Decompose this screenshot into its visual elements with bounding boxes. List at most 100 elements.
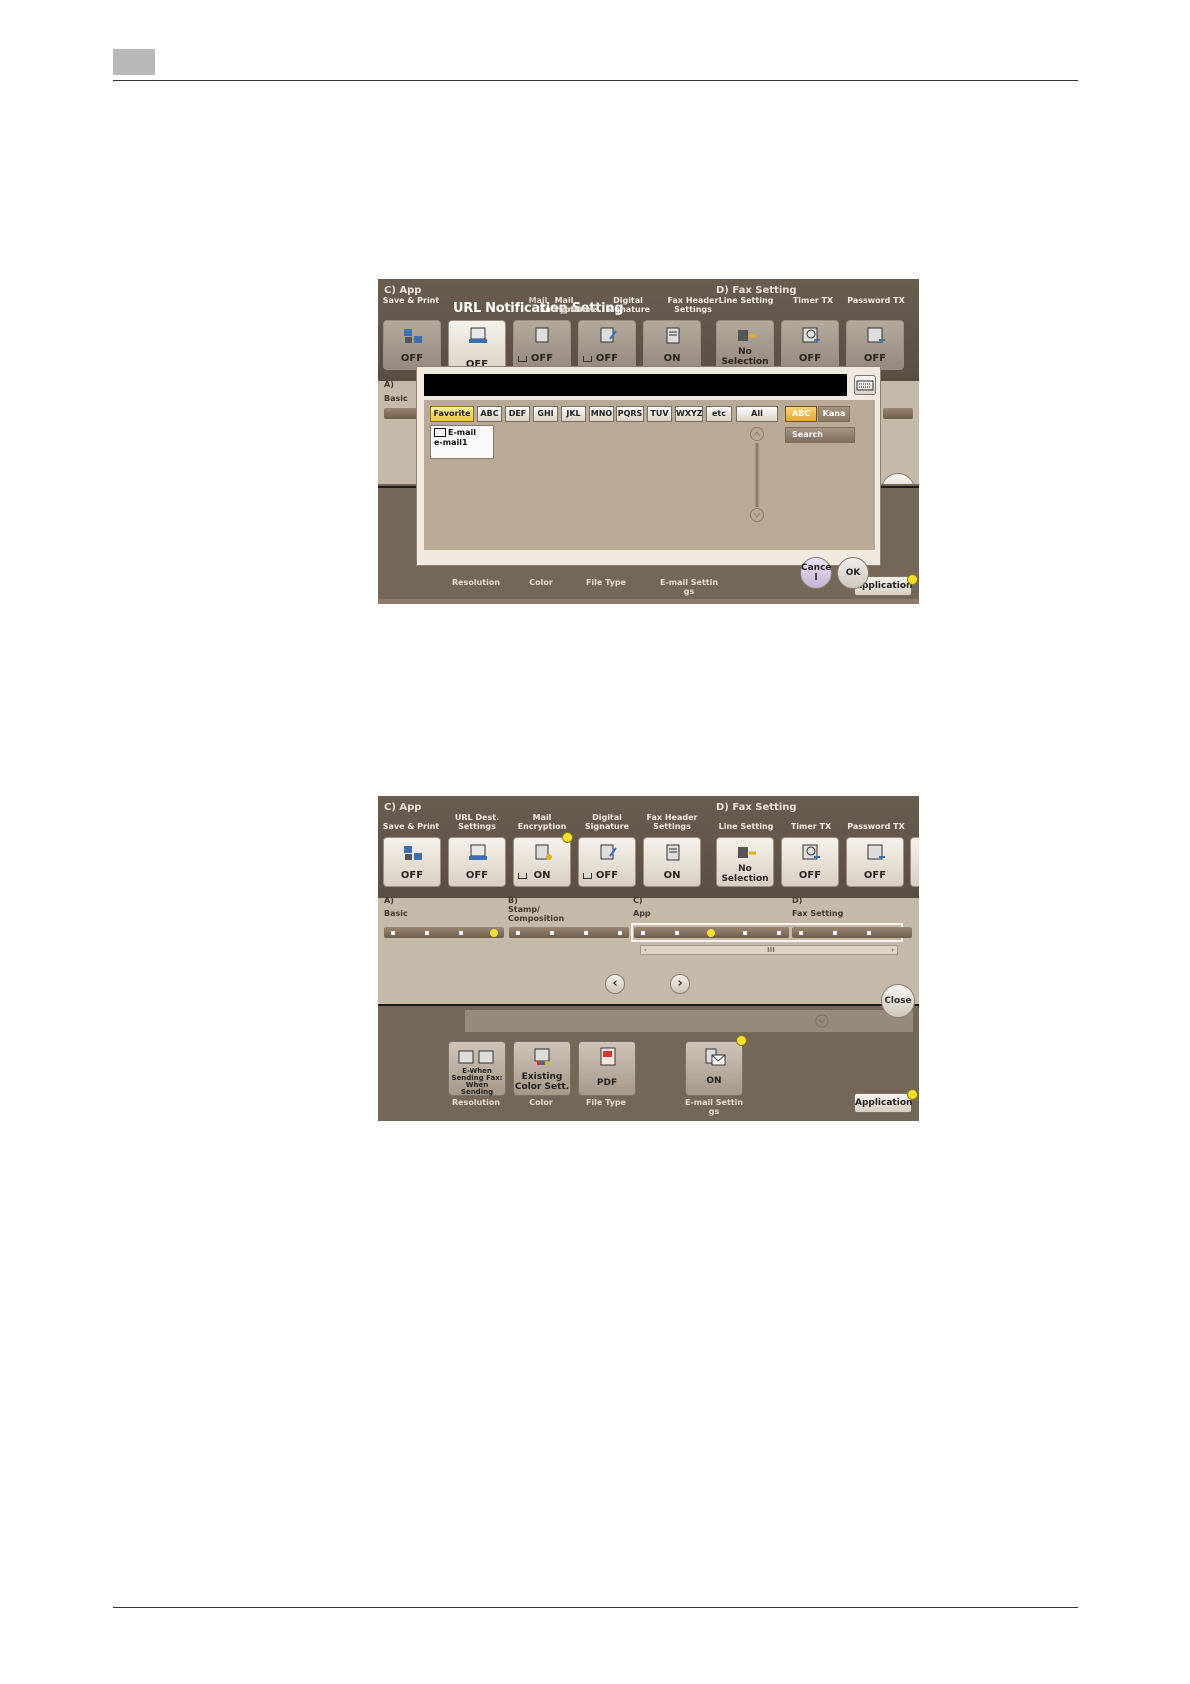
more-functions-button[interactable]: [910, 837, 919, 887]
mail-encryption-button[interactable]: ON: [513, 837, 571, 887]
url-dest-icon: [469, 327, 487, 343]
progress-bar[interactable]: [883, 408, 913, 419]
fax-header-icon: [666, 844, 680, 861]
bottom-label: Resolution: [451, 578, 501, 587]
category-tag: C): [633, 896, 643, 905]
tab-mno[interactable]: MNO: [589, 406, 614, 422]
bottom-label: E-mail Settin gs: [684, 1098, 744, 1116]
function-label: Timer TX: [790, 822, 832, 831]
url-notification-dialog: Favorite ABC DEF GHI JKL MNO PQRS TUV WX…: [416, 366, 881, 566]
category-label: App: [633, 909, 651, 918]
mode-abc[interactable]: ABC: [785, 406, 817, 422]
application-button[interactable]: Application: [854, 1093, 912, 1113]
previous-button[interactable]: ‹: [605, 974, 625, 994]
indicator-dot: [736, 1035, 747, 1046]
timer-tx-icon: [802, 327, 820, 343]
tab-all[interactable]: All: [736, 406, 778, 422]
password-tx-button[interactable]: OFF: [846, 320, 904, 370]
indicator-dot: [562, 832, 573, 843]
save-print-button[interactable]: OFF: [383, 837, 441, 887]
digital-signature-button[interactable]: OFF: [578, 837, 636, 887]
mode-kana[interactable]: Kana: [818, 406, 850, 422]
function-label: URL Dest. Settings: [454, 813, 500, 831]
password-tx-icon: [867, 327, 885, 343]
timer-tx-button[interactable]: OFF: [781, 837, 839, 887]
cancel-button[interactable]: Cance l: [800, 557, 832, 589]
entry-name: e-mail1: [434, 438, 468, 447]
keyboard-icon: [856, 380, 874, 391]
color-icon: [534, 1048, 550, 1065]
category-label: Stamp/ Composition: [508, 905, 565, 923]
function-label: Password TX: [847, 822, 905, 831]
mail-encryption-button[interactable]: OFF: [513, 320, 571, 370]
tab-tuv[interactable]: TUV: [647, 406, 672, 422]
tab-etc[interactable]: etc: [706, 406, 732, 422]
category-tag: A): [384, 380, 394, 389]
pdf-file-icon: [600, 1047, 616, 1066]
function-label: Fax Header Settings: [646, 813, 698, 831]
tab-wxyz[interactable]: WXYZ: [675, 406, 703, 422]
tab-favorite[interactable]: Favorite: [430, 406, 474, 422]
function-label: Timer TX: [792, 296, 834, 305]
tab-jkl[interactable]: JKL: [561, 406, 586, 422]
function-label: Save & Print: [382, 296, 440, 305]
ok-button[interactable]: OK: [837, 557, 869, 589]
resolution-button[interactable]: E-When Sending Fax: When Sending: [448, 1041, 506, 1096]
category-bar-stamp[interactable]: [509, 927, 629, 938]
line-setting-button[interactable]: No Selection: [716, 320, 774, 370]
password-tx-button[interactable]: OFF: [846, 837, 904, 887]
entry-type: E-mail: [448, 428, 477, 437]
envelope-icon: [434, 428, 446, 437]
screenshot-url-notification-dialog: C) App D) Fax Setting Save & Print Mail …: [378, 279, 919, 604]
line-setting-button[interactable]: No Selection: [716, 837, 774, 887]
email-settings-icon: [705, 1048, 726, 1066]
function-label: Password TX: [847, 296, 905, 305]
indicator-dot: [907, 1089, 918, 1100]
close-button[interactable]: Close: [881, 984, 915, 1018]
fax-section-label: D) Fax Setting: [716, 285, 797, 296]
list-scrollbar[interactable]: [749, 426, 765, 523]
function-label-hidden: Signature: [552, 305, 598, 314]
address-input[interactable]: [424, 374, 847, 396]
function-label-hidden: Mail: [528, 296, 548, 305]
category-bar-fax[interactable]: [792, 927, 912, 938]
tab-abc[interactable]: ABC: [477, 406, 502, 422]
bottom-label: File Type: [585, 578, 627, 587]
horizontal-scrollbar[interactable]: ‹ III ›: [640, 945, 898, 955]
tab-def[interactable]: DEF: [505, 406, 530, 422]
function-label: Line Setting: [718, 296, 774, 305]
bottom-label: File Type: [585, 1098, 627, 1107]
scroll-thumb: III: [767, 946, 775, 954]
header-rule: [113, 80, 1078, 81]
keyboard-button[interactable]: [854, 375, 876, 395]
settings-summary-bar: [465, 1010, 913, 1032]
resolution-icon: [458, 1050, 494, 1064]
function-label: Mail Encryption: [517, 813, 567, 831]
file-type-button[interactable]: PDF: [578, 1041, 636, 1096]
search-button[interactable]: Search: [785, 427, 855, 443]
timer-tx-button[interactable]: OFF: [781, 320, 839, 370]
category-tag: B): [508, 896, 518, 905]
color-button[interactable]: Existing Color Sett.: [513, 1041, 571, 1096]
header-marker: [113, 49, 155, 75]
bottom-label: Resolution: [451, 1098, 501, 1107]
app-section-label: C) App: [384, 285, 422, 296]
digital-signature-button[interactable]: OFF: [578, 320, 636, 370]
fax-header-settings-button[interactable]: ON: [643, 320, 701, 370]
password-tx-icon: [867, 844, 885, 860]
save-print-button[interactable]: OFF: [383, 320, 441, 370]
category-bar-basic[interactable]: [384, 927, 504, 938]
tab-ghi[interactable]: GHI: [533, 406, 558, 422]
email-settings-button[interactable]: ON: [685, 1041, 743, 1096]
tab-pqrs[interactable]: PQRS: [616, 406, 644, 422]
indicator-dot: [907, 574, 918, 585]
chevron-down-icon: [815, 1014, 829, 1028]
mail-encryption-icon: [535, 327, 549, 343]
next-button[interactable]: ›: [670, 974, 690, 994]
address-entry[interactable]: E-mail e-mail1: [430, 425, 494, 459]
line-setting-icon: [738, 330, 756, 341]
url-dest-settings-button[interactable]: OFF: [448, 837, 506, 887]
fax-header-settings-button[interactable]: ON: [643, 837, 701, 887]
category-bar-app[interactable]: [634, 927, 789, 938]
function-label: Digital Signature: [584, 813, 630, 831]
